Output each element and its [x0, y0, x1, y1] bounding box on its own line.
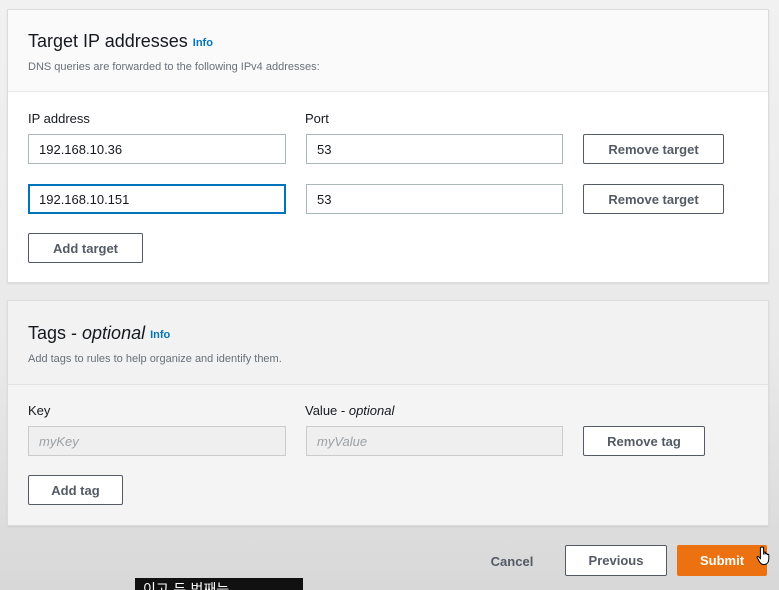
key-label: Key [28, 403, 51, 418]
tags-panel: Tags - optional Info Add tags to rules to… [7, 300, 769, 526]
target-ip-title: Target IP addresses Info [28, 31, 213, 51]
tag-key-input[interactable] [28, 426, 286, 456]
remove-target-button-2[interactable]: Remove target [583, 184, 724, 214]
remove-tag-button[interactable]: Remove tag [583, 426, 705, 456]
tag-value-input[interactable] [306, 426, 563, 456]
remove-target-button-1[interactable]: Remove target [583, 134, 724, 164]
port-label: Port [305, 111, 329, 126]
tags-panel-header: Tags - optional Info Add tags to rules to… [8, 301, 768, 385]
tags-info-link[interactable]: Info [150, 329, 170, 341]
port-input-2[interactable] [306, 184, 563, 214]
tags-title: Tags - optional Info [28, 323, 171, 343]
add-tag-button[interactable]: Add tag [28, 475, 123, 505]
cancel-button[interactable]: Cancel [480, 547, 544, 575]
submit-button[interactable]: Submit [677, 545, 767, 576]
previous-button[interactable]: Previous [565, 545, 667, 576]
add-target-button[interactable]: Add target [28, 233, 143, 263]
target-ip-info-link[interactable]: Info [193, 37, 213, 49]
target-ip-panel-header: Target IP addresses Info DNS queries are … [8, 10, 768, 92]
target-ip-panel: Target IP addresses Info DNS queries are … [7, 9, 769, 283]
ip-address-input-1[interactable] [28, 134, 286, 164]
tags-description: Add tags to rules to help organize and i… [28, 353, 282, 365]
hand-cursor-icon [756, 546, 770, 565]
port-input-1[interactable] [306, 134, 563, 164]
video-caption: 이고 두 번째는 [135, 578, 303, 590]
target-ip-description: DNS queries are forwarded to the followi… [28, 61, 320, 73]
ip-address-label: IP address [28, 111, 90, 126]
value-label: Value - optional [305, 403, 395, 418]
ip-address-input-2[interactable] [28, 184, 286, 214]
